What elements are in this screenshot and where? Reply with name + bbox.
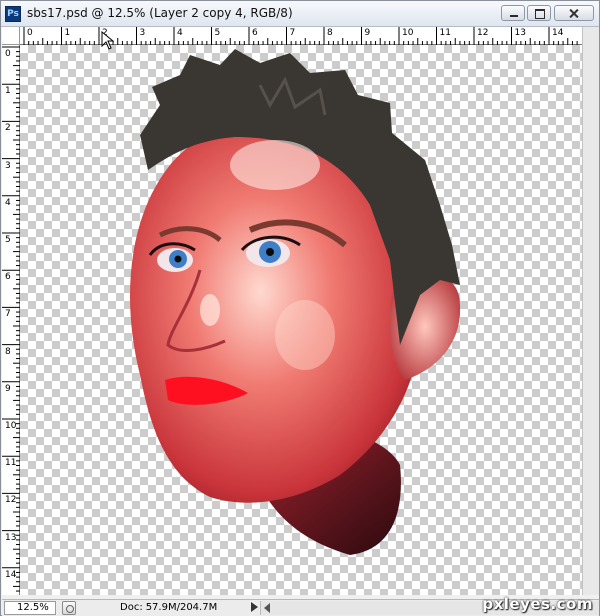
vertical-ruler-label: 7 xyxy=(5,309,11,320)
vertical-ruler-label: 8 xyxy=(5,346,11,357)
document-canvas[interactable] xyxy=(20,45,582,595)
layer-face-image xyxy=(130,49,461,555)
document-window: Ps sbs17.psd @ 12.5% (Layer 2 copy 4, RG… xyxy=(0,0,600,616)
vertical-ruler-label: 5 xyxy=(5,235,11,245)
watermark-logo: pxleyes.com xyxy=(482,595,593,613)
horizontal-ruler-label: 7 xyxy=(289,28,296,38)
document-title: sbs17.psd @ 12.5% (Layer 2 copy 4, RGB/8… xyxy=(27,6,293,20)
horizontal-ruler-label: 5 xyxy=(214,28,221,38)
vertical-ruler-label: 12 xyxy=(5,495,17,506)
horizontal-ruler-label: 1 xyxy=(64,28,71,38)
vertical-ruler-label: 6 xyxy=(5,272,11,283)
horizontal-ruler-label: 11 xyxy=(439,28,451,38)
status-info-icon[interactable] xyxy=(62,601,76,615)
maximize-button[interactable] xyxy=(527,5,551,21)
vertical-ruler-label: 1 xyxy=(5,86,11,97)
scroll-left-icon[interactable] xyxy=(264,603,270,613)
horizontal-ruler-label: 0 xyxy=(27,28,33,38)
title-bar[interactable]: Ps sbs17.psd @ 12.5% (Layer 2 copy 4, RG… xyxy=(1,1,599,27)
horizontal-ruler-label: 14 xyxy=(552,28,564,38)
vertical-ruler-label: 13 xyxy=(5,532,17,543)
vertical-ruler-label: 3 xyxy=(5,160,11,171)
vertical-ruler-label: 0 xyxy=(5,49,11,59)
vertical-ruler-label: 11 xyxy=(5,458,17,469)
doc-size-label: Doc: xyxy=(120,602,143,613)
vertical-ruler-label: 2 xyxy=(5,123,11,134)
document-size-info: Doc: 57.9M/204.7M xyxy=(120,602,217,614)
horizontal-ruler-label: 3 xyxy=(139,28,146,38)
vertical-ruler-label: 14 xyxy=(5,569,17,580)
minimize-button[interactable] xyxy=(501,5,525,21)
horizontal-ruler-label: 4 xyxy=(177,28,183,38)
vertical-scrollbar[interactable] xyxy=(582,27,599,595)
horizontal-ruler-label: 13 xyxy=(514,28,526,38)
horizontal-ruler-label: 6 xyxy=(252,28,258,38)
ruler-origin-corner[interactable] xyxy=(2,27,20,45)
photoshop-app-icon: Ps xyxy=(5,6,21,22)
horizontal-ruler-label: 10 xyxy=(402,28,414,38)
vertical-ruler-label: 10 xyxy=(5,421,17,431)
horizontal-ruler-label: 12 xyxy=(477,28,489,38)
doc-size-value: 57.9M/204.7M xyxy=(145,602,218,613)
close-button[interactable] xyxy=(554,5,594,21)
horizontal-ruler-label: 8 xyxy=(327,28,333,38)
vertical-ruler-label: 9 xyxy=(5,383,11,394)
vertical-ruler-label: 4 xyxy=(5,197,11,208)
arrow-cursor-icon xyxy=(101,31,115,50)
status-menu-arrow-icon[interactable] xyxy=(251,602,258,612)
vertical-ruler[interactable]: 0 1 2 3 4 5 6 7 8 9 10 11 12 13 14 xyxy=(2,45,20,595)
zoom-level-field[interactable]: 12.5% xyxy=(4,601,56,615)
horizontal-ruler-label: 9 xyxy=(364,28,371,38)
